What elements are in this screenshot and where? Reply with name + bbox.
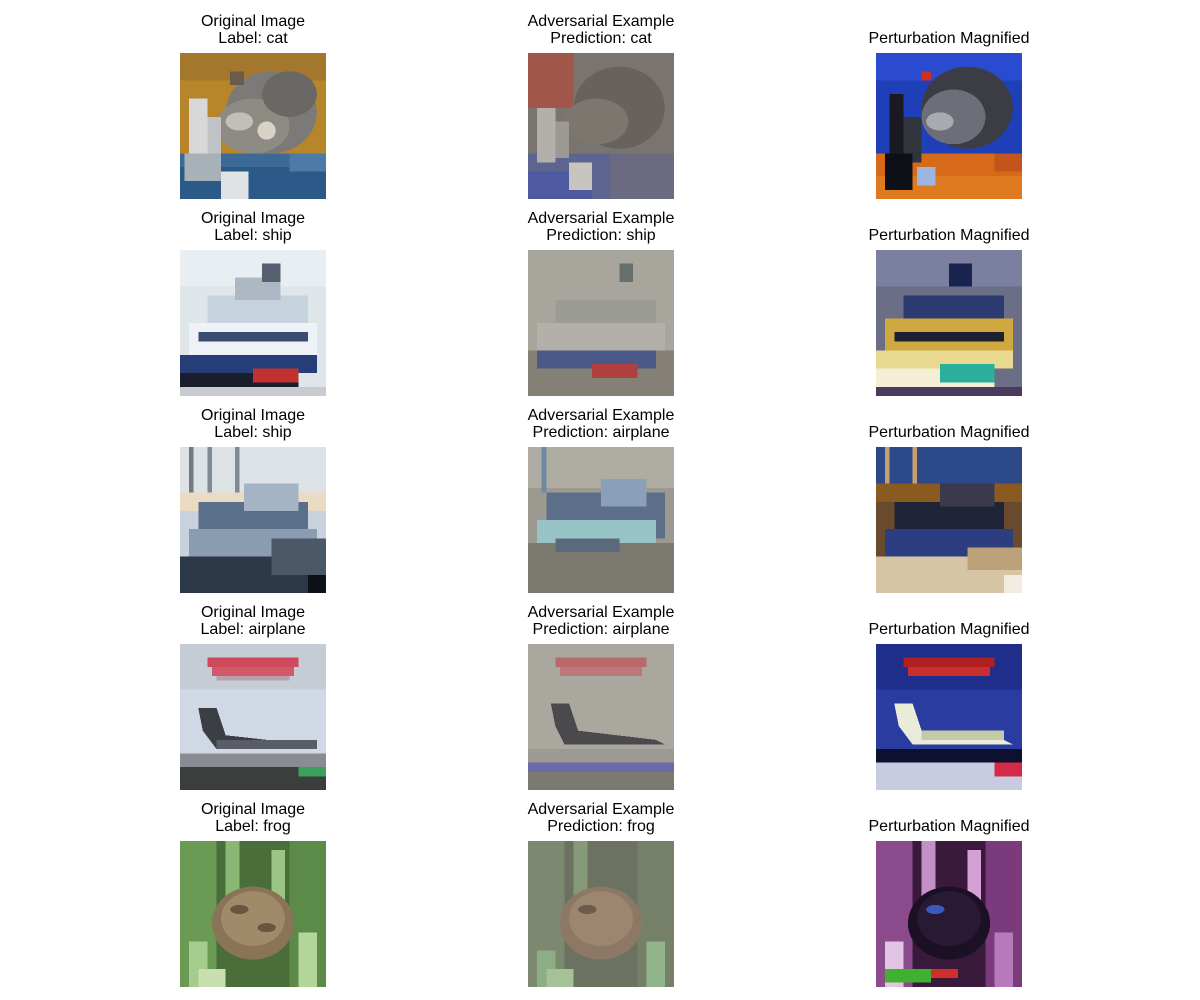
panel-title-line: Adversarial Example: [527, 604, 675, 621]
original-image-title: Original Image Label: airplane: [120, 604, 386, 638]
adversarial-example-title: Adversarial Example Prediction: frog: [468, 801, 734, 835]
perturbation-image-ship: [876, 250, 1022, 396]
original-image-title: Original Image Label: ship: [120, 210, 386, 244]
perturbation-image-frog: [876, 841, 1022, 987]
panel-title-line: Adversarial Example: [527, 210, 675, 227]
original-image-cat: [180, 53, 326, 199]
perturbation-image-ship: [876, 447, 1022, 593]
perturbation-title: Perturbation Magnified: [816, 621, 1082, 638]
panel-label-line: Label: ship: [214, 424, 292, 441]
perturbation-image-cat: [876, 53, 1022, 199]
perturbation-title: Perturbation Magnified: [816, 227, 1082, 244]
perturbation-title: Perturbation Magnified: [816, 818, 1082, 835]
panel-title-line: Adversarial Example: [527, 407, 675, 424]
panel-label-line: Label: frog: [215, 818, 291, 835]
panel-title-line: Perturbation Magnified: [868, 227, 1030, 244]
original-image-title: Original Image Label: frog: [120, 801, 386, 835]
original-image-airplane: [180, 644, 326, 790]
original-image-title: Original Image Label: ship: [120, 407, 386, 441]
panel-label-line: Label: ship: [214, 227, 292, 244]
panel-label-line: Label: airplane: [200, 621, 306, 638]
panel-title-line: Original Image: [200, 210, 306, 227]
panel-title-line: Original Image: [200, 13, 306, 30]
panel-title-line: Original Image: [200, 604, 306, 621]
adversarial-image-cat: [528, 53, 674, 199]
adversarial-image-ship: [528, 250, 674, 396]
adversarial-image-airplane: [528, 644, 674, 790]
original-image-title: Original Image Label: cat: [120, 13, 386, 47]
perturbation-title: Perturbation Magnified: [816, 424, 1082, 441]
adversarial-image-ship: [528, 447, 674, 593]
panel-prediction-line: Prediction: frog: [547, 818, 655, 835]
panel-title-line: Perturbation Magnified: [868, 30, 1030, 47]
adversarial-examples-figure: Original Image Label: cat Adversarial Ex…: [0, 0, 1200, 1000]
adversarial-example-title: Adversarial Example Prediction: cat: [468, 13, 734, 47]
panel-prediction-line: Prediction: airplane: [532, 424, 670, 441]
panel-title-line: Original Image: [200, 801, 306, 818]
panel-title-line: Perturbation Magnified: [868, 621, 1030, 638]
panel-prediction-line: Prediction: cat: [550, 30, 652, 47]
panel-prediction-line: Prediction: ship: [546, 227, 656, 244]
original-image-ship: [180, 447, 326, 593]
panel-title-line: Perturbation Magnified: [868, 424, 1030, 441]
adversarial-example-title: Adversarial Example Prediction: airplane: [468, 604, 734, 638]
perturbation-image-airplane: [876, 644, 1022, 790]
panel-title-line: Perturbation Magnified: [868, 818, 1030, 835]
adversarial-example-title: Adversarial Example Prediction: ship: [468, 210, 734, 244]
original-image-ship: [180, 250, 326, 396]
panel-label-line: Label: cat: [218, 30, 288, 47]
panel-prediction-line: Prediction: airplane: [532, 621, 670, 638]
panel-title-line: Adversarial Example: [527, 13, 675, 30]
panel-title-line: Adversarial Example: [527, 801, 675, 818]
adversarial-example-title: Adversarial Example Prediction: airplane: [468, 407, 734, 441]
perturbation-title: Perturbation Magnified: [816, 30, 1082, 47]
panel-title-line: Original Image: [200, 407, 306, 424]
original-image-frog: [180, 841, 326, 987]
adversarial-image-frog: [528, 841, 674, 987]
